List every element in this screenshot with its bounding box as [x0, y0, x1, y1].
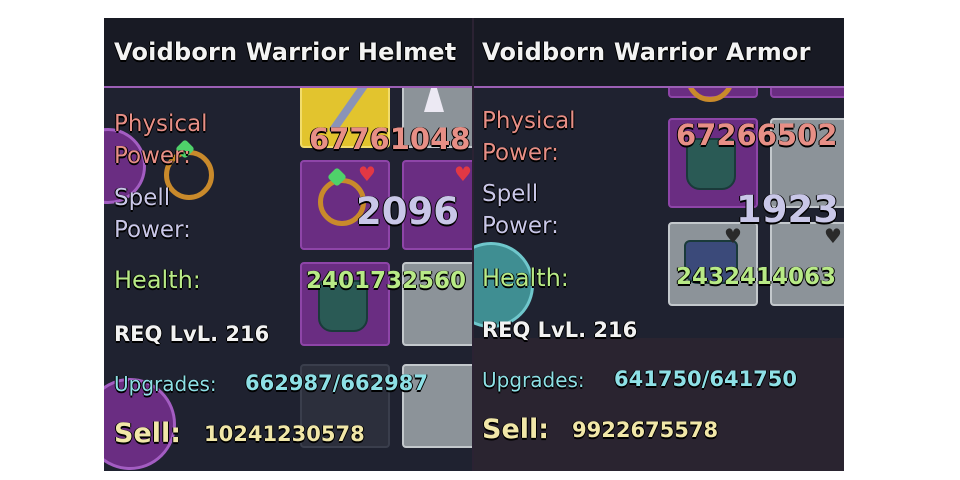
upgrades-value: 641750/641750: [614, 367, 798, 391]
item-title: Voidborn Warrior Helmet: [114, 38, 457, 66]
health-value: 2401732560: [306, 268, 467, 294]
physical-power-label: Physical Power:: [114, 111, 208, 169]
sell-label: Sell:: [482, 414, 550, 445]
health-label: Health:: [114, 266, 201, 294]
heart-icon: ♥: [454, 162, 472, 186]
title-divider: [104, 86, 472, 88]
spell-power-label: Spell Power:: [482, 181, 559, 239]
spell-power-label: Spell Power:: [114, 185, 191, 243]
heart-icon: ♥: [358, 162, 376, 186]
physical-power-value: 67761048: [309, 122, 471, 156]
health-value: 2432414063: [676, 264, 837, 290]
physical-power-label: Physical Power:: [482, 108, 576, 166]
required-level: REQ LvL. 216: [482, 318, 638, 342]
upgrades-value: 662987/662987: [245, 371, 429, 395]
upgrades-label: Upgrades:: [482, 368, 585, 392]
spell-power-value: 1923: [736, 188, 839, 231]
item-title: Voidborn Warrior Armor: [482, 38, 811, 66]
upgrades-label: Upgrades:: [114, 372, 217, 396]
physical-power-value: 67266502: [676, 118, 838, 152]
required-level: REQ LvL. 216: [114, 322, 270, 346]
item-tooltip-helmet: ♥ ♥ ♥ ♥ Voidborn Warrior Helmet Physical…: [104, 18, 472, 471]
item-tooltip-armor: ♥ ♥ ♥ Voidborn Warrior Armor Physical Po…: [474, 18, 844, 471]
health-label: Health:: [482, 264, 569, 292]
spell-power-value: 2096: [356, 190, 459, 233]
title-divider: [474, 86, 844, 88]
inventory-background: [474, 338, 844, 471]
sell-value: 9922675578: [572, 418, 719, 442]
sell-label: Sell:: [114, 418, 182, 449]
sell-value: 10241230578: [204, 422, 365, 446]
